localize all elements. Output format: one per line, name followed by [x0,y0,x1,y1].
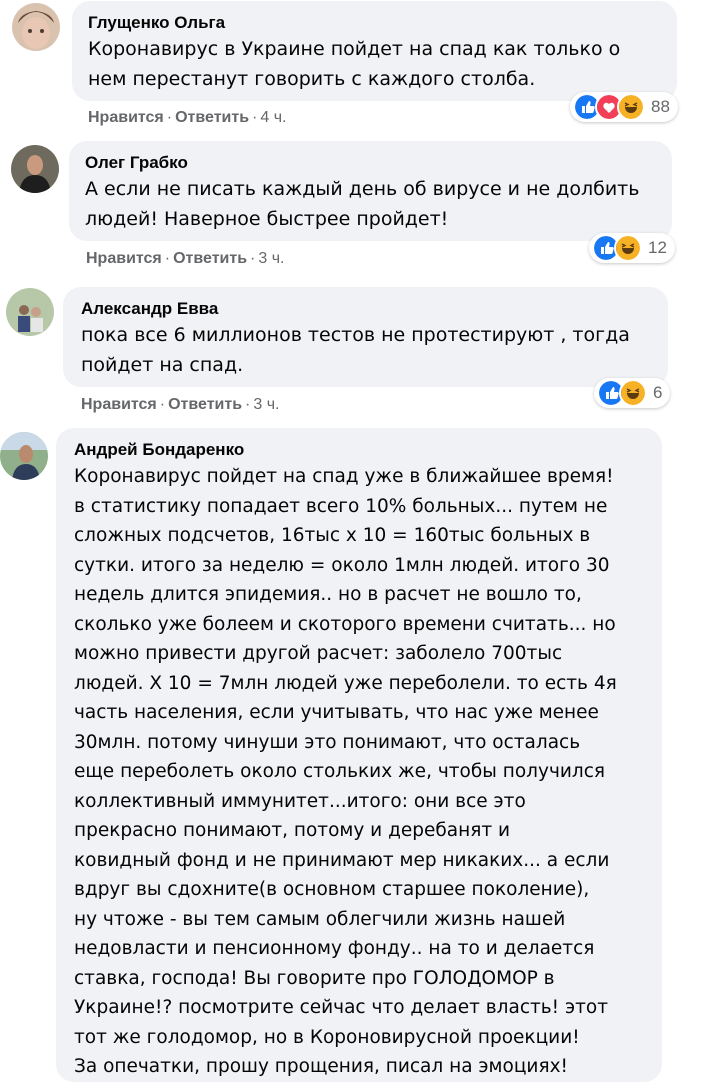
reply-button[interactable]: Ответить [175,109,249,126]
like-button[interactable]: Нравится [86,250,162,267]
reactions-summary[interactable]: 6 [594,378,671,408]
like-button[interactable]: Нравится [88,109,164,126]
comment-bubble: Александр Евва пока все 6 миллионов тест… [63,287,668,387]
comment-time[interactable]: 4 ч. [260,109,286,126]
like-button[interactable]: Нравится [81,396,157,413]
comment-text: А если не писать каждый день об вирусе и… [85,178,640,230]
separator: · [159,396,166,413]
comment-time[interactable]: 3 ч. [253,396,279,413]
separator: · [166,109,173,126]
haha-icon [619,379,647,407]
comment-bubble: Олег Грабко А если не писать каждый день… [69,141,672,241]
comment-text: пока все 6 миллионов тестов не протестир… [81,324,630,376]
comment-actions: Нравится · Ответить · 3 ч. [81,396,279,414]
haha-icon [614,234,642,262]
comment-author[interactable]: Александр Евва [81,299,650,319]
comment-author[interactable]: Глущенко Ольга [88,13,661,33]
comment-actions: Нравится · Ответить · 4 ч. [88,109,286,127]
reply-button[interactable]: Ответить [168,396,242,413]
separator: · [252,109,258,126]
reply-button[interactable]: Ответить [173,250,247,267]
reaction-count: 12 [648,238,667,257]
avatar[interactable] [6,288,54,336]
comment-bubble: Глущенко Ольга Коронавирус в Украине пой… [72,1,677,101]
comment-actions: Нравится · Ответить · 3 ч. [86,250,284,268]
avatar[interactable] [12,3,60,51]
reaction-count: 88 [651,97,670,116]
comment-bubble: Андрей Бондаренко Коронавирус пойдет на … [56,428,662,1082]
avatar[interactable] [0,432,48,480]
avatar[interactable] [11,145,59,193]
comment-text: Коронавирус в Украине пойдет на спад как… [88,38,621,90]
comment-text: Коронавирус пойдет на спад уже в ближайш… [74,466,617,1077]
haha-icon [617,93,645,121]
comment-author[interactable]: Андрей Бондаренко [74,440,644,460]
comment-time[interactable]: 3 ч. [258,250,284,267]
separator: · [245,396,251,413]
comment-author[interactable]: Олег Грабко [85,153,656,173]
separator: · [164,250,171,267]
reaction-count: 6 [653,383,663,402]
reactions-summary[interactable]: 88 [570,92,678,122]
separator: · [250,250,256,267]
reactions-summary[interactable]: 12 [589,233,675,263]
